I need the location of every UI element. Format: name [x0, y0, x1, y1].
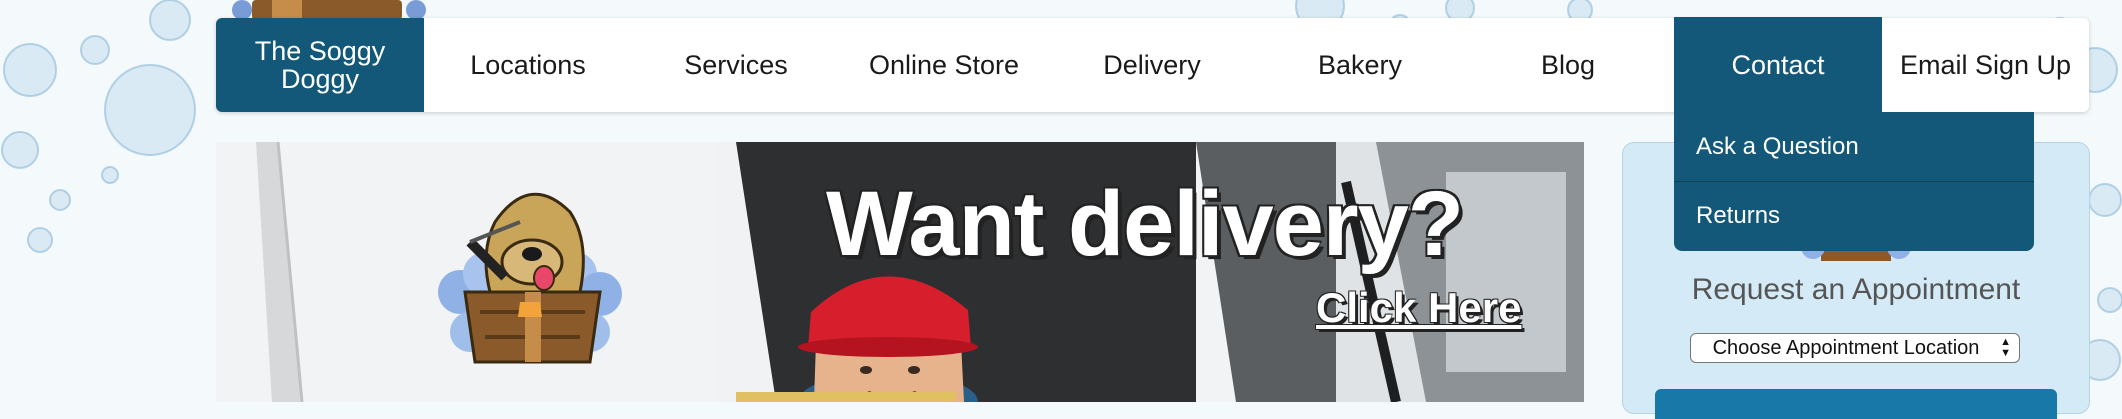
appointment-location-value: Choose Appointment Location [1712, 336, 1980, 359]
nav-brand[interactable]: The Soggy Doggy [216, 18, 424, 112]
appointment-location-select[interactable]: Choose Appointment Location ▲ ▼ [1690, 333, 2020, 363]
appointment-title: Request an Appointment [1691, 273, 2021, 306]
nav-item-contact[interactable]: Contact [1674, 17, 1882, 112]
appointment-submit-button[interactable] [1655, 389, 2057, 419]
hero-headline: Want delivery? [826, 173, 1464, 275]
nav-item-blog[interactable]: Blog [1464, 18, 1672, 112]
nav-item-email-sign-up[interactable]: Email Sign Up [1882, 18, 2089, 112]
main-nav: The Soggy Doggy Locations Services Onlin… [216, 17, 2089, 112]
nav-item-delivery[interactable]: Delivery [1048, 18, 1256, 112]
nav-item-online-store[interactable]: Online Store [840, 18, 1048, 112]
dropdown-item-ask-a-question[interactable]: Ask a Question [1674, 112, 2034, 181]
hero-click-here-link[interactable]: Click Here [1316, 284, 1521, 332]
contact-dropdown: Ask a Question Returns [1674, 112, 2034, 251]
select-arrows-icon: ▲ ▼ [2000, 336, 2011, 359]
dropdown-item-returns[interactable]: Returns [1674, 181, 2034, 250]
site-logo[interactable] [232, 0, 426, 20]
nav-item-locations[interactable]: Locations [424, 18, 632, 112]
nav-item-services[interactable]: Services [632, 18, 840, 112]
nav-item-bakery[interactable]: Bakery [1256, 18, 1464, 112]
hero-banner[interactable]: Want delivery? Click Here [216, 142, 1584, 402]
